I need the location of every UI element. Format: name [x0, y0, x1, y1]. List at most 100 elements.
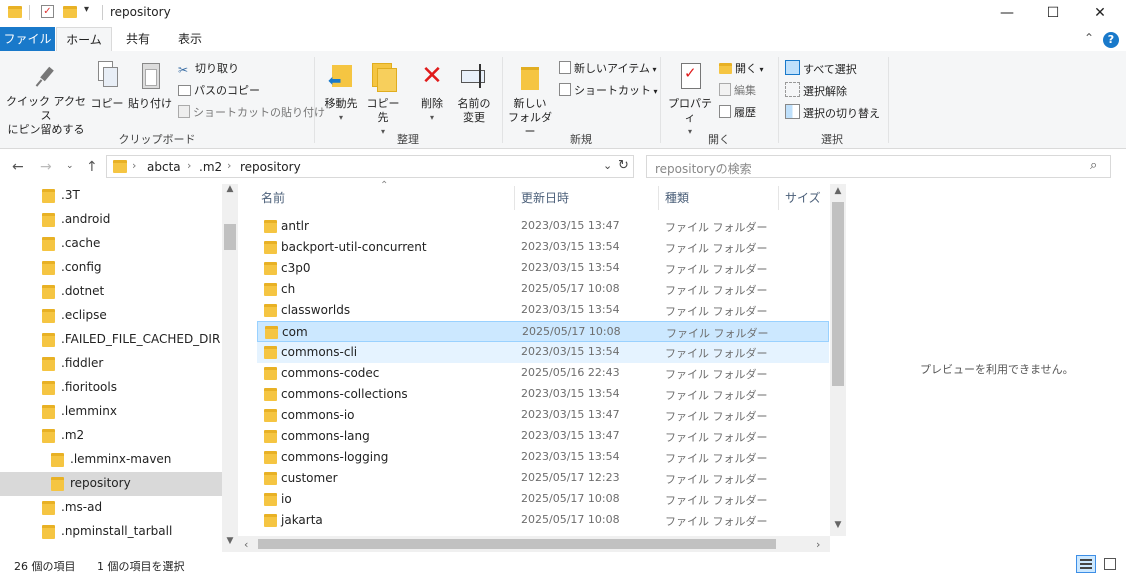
paste-shortcut-button[interactable]: ショートカットの貼り付け — [178, 104, 325, 120]
new-folder-quick-icon[interactable] — [63, 6, 77, 18]
help-icon[interactable]: ? — [1103, 32, 1119, 48]
nav-item[interactable]: .lemminx — [0, 400, 222, 424]
nav-item[interactable]: .eclipse — [0, 304, 222, 328]
column-header-size[interactable]: サイズ — [785, 186, 825, 210]
forward-arrow-icon[interactable]: → — [40, 159, 52, 175]
back-arrow-icon[interactable]: ← — [12, 159, 24, 175]
properties-quick-icon[interactable]: ✓ — [41, 5, 54, 18]
folder-icon — [42, 213, 55, 227]
close-button[interactable]: ✕ — [1076, 0, 1124, 27]
history-button[interactable]: 履歴 — [719, 104, 756, 120]
copy-to-button[interactable]: コピー先 ▾ — [362, 61, 404, 139]
file-type: ファイル フォルダー — [665, 410, 768, 423]
large-icons-view-icon[interactable] — [1101, 555, 1119, 573]
column-header-date[interactable]: 更新日時 — [521, 186, 661, 210]
file-row[interactable]: customer 2025/05/17 12:23 ファイル フォルダー — [257, 468, 829, 489]
delete-button[interactable]: ✕ 削除 ▾ — [414, 61, 450, 125]
file-row[interactable]: commons-cli 2023/03/15 13:54 ファイル フォルダー — [257, 342, 829, 363]
details-view-icon[interactable] — [1076, 555, 1096, 573]
tab-file[interactable]: ファイル — [0, 27, 55, 51]
nav-item[interactable]: .cache — [0, 232, 222, 256]
address-bar[interactable]: › abcta › .m2 › repository ⌄ ↻ — [106, 155, 634, 178]
cut-button[interactable]: ✂ 切り取り — [178, 60, 239, 77]
folder-icon — [264, 367, 277, 380]
folder-icon — [264, 220, 277, 233]
search-icon[interactable]: ⌕ — [1090, 158, 1097, 173]
scroll-left-icon[interactable]: ‹ — [244, 538, 248, 551]
delete-chevron-icon: ▾ — [429, 113, 434, 122]
filelist-vertical-scroll-thumb[interactable] — [832, 202, 844, 386]
nav-item[interactable]: .config — [0, 256, 222, 280]
scroll-down-icon[interactable]: ▼ — [830, 520, 846, 530]
nav-item[interactable]: .android — [0, 208, 222, 232]
nav-item[interactable]: .fiddler — [0, 352, 222, 376]
new-folder-button[interactable]: 新しい フォルダー — [506, 61, 554, 139]
filelist-vertical-scrollbar[interactable]: ▲ ▼ — [830, 184, 846, 536]
tab-share[interactable]: 共有 — [114, 27, 162, 51]
nav-item[interactable]: .fioritools — [0, 376, 222, 400]
nav-item[interactable]: .FAILED_FILE_CACHED_DIR — [0, 328, 222, 352]
file-row[interactable]: commons-io 2023/03/15 13:47 ファイル フォルダー — [257, 405, 829, 426]
rename-button[interactable]: 名前の 変更 — [452, 61, 496, 125]
nav-item[interactable]: .npminstall_tarball — [0, 520, 222, 544]
scroll-up-icon[interactable]: ▲ — [830, 186, 846, 196]
scroll-up-icon[interactable]: ▲ — [222, 184, 238, 194]
invert-selection-button[interactable]: 選択の切り替え — [785, 104, 880, 121]
file-row[interactable]: antlr 2023/03/15 13:47 ファイル フォルダー — [257, 216, 829, 237]
nav-item[interactable]: .3T — [0, 184, 222, 208]
column-header-name[interactable]: 名前 — [261, 186, 511, 210]
file-row[interactable]: commons-lang 2023/03/15 13:47 ファイル フォルダー — [257, 426, 829, 447]
nav-scroll-thumb[interactable] — [224, 224, 236, 250]
scroll-right-icon[interactable]: › — [816, 538, 820, 551]
select-all-button[interactable]: すべて選択 — [785, 60, 857, 77]
nav-item[interactable]: .ms-ad — [0, 496, 222, 520]
open-button[interactable]: 開く ▾ — [719, 60, 764, 76]
file-row[interactable]: c3p0 2023/03/15 13:54 ファイル フォルダー — [257, 258, 829, 279]
file-row[interactable]: jakarta 2025/05/17 10:08 ファイル フォルダー — [257, 510, 829, 531]
nav-item[interactable]: repository — [0, 472, 222, 496]
file-date: 2023/03/15 13:54 — [521, 303, 620, 316]
up-arrow-icon[interactable]: ↑ — [86, 159, 98, 175]
breadcrumb-m2[interactable]: .m2 — [199, 160, 222, 174]
recent-locations-chevron-icon[interactable]: ⌄ — [66, 161, 74, 171]
file-row[interactable]: io 2025/05/17 10:08 ファイル フォルダー — [257, 489, 829, 510]
scroll-down-icon[interactable]: ▼ — [222, 536, 238, 546]
paste-button[interactable]: 貼り付け — [128, 61, 172, 111]
breadcrumb-repository[interactable]: repository — [240, 160, 301, 174]
address-history-chevron-icon[interactable]: ⌄ — [603, 159, 612, 172]
column-header-type[interactable]: 種類 — [665, 186, 775, 210]
move-to-button[interactable]: ⬅ 移動先 ▾ — [320, 61, 362, 125]
nav-item[interactable]: .dotnet — [0, 280, 222, 304]
scissors-icon: ✂ — [178, 63, 189, 77]
file-row[interactable]: classworlds 2023/03/15 13:54 ファイル フォルダー — [257, 300, 829, 321]
minimize-button[interactable]: — — [984, 0, 1030, 27]
quick-access-dropdown-icon[interactable]: ▾ — [84, 4, 89, 15]
nav-item[interactable]: .m2 — [0, 424, 222, 448]
file-row[interactable]: backport-util-concurrent 2023/03/15 13:54… — [257, 237, 829, 258]
refresh-icon[interactable]: ↻ — [618, 158, 629, 173]
filelist-horizontal-scroll-thumb[interactable] — [258, 539, 776, 549]
tab-view[interactable]: 表示 — [166, 27, 214, 51]
shortcut-button[interactable]: ショートカット ▾ — [559, 82, 658, 98]
file-row[interactable]: commons-logging 2023/03/15 13:54 ファイル フォルダ… — [257, 447, 829, 468]
search-box[interactable]: repositoryの検索 ⌕ — [646, 155, 1111, 178]
tab-home[interactable]: ホーム — [56, 27, 112, 53]
collapse-ribbon-icon[interactable]: ⌃ — [1084, 31, 1094, 45]
maximize-button[interactable]: ☐ — [1030, 0, 1076, 27]
copy-path-button[interactable]: パスのコピー — [178, 82, 260, 98]
filelist-horizontal-scrollbar[interactable]: ‹ › — [238, 536, 830, 552]
edit-button[interactable]: 編集 — [719, 82, 756, 98]
properties-button[interactable]: ✓ プロパティ ▾ — [666, 61, 714, 139]
file-row[interactable]: commons-collections 2023/03/15 13:54 ファイル … — [257, 384, 829, 405]
search-input[interactable]: repositoryの検索 — [655, 160, 752, 177]
pin-quick-access-button[interactable]: クイック アクセス にピン留めする — [4, 65, 88, 137]
new-item-button[interactable]: 新しいアイテム ▾ — [559, 60, 656, 76]
breadcrumb-abcta[interactable]: abcta — [147, 160, 181, 174]
nav-scrollbar[interactable]: ▲ ▼ — [222, 184, 238, 552]
file-row[interactable]: ch 2025/05/17 10:08 ファイル フォルダー — [257, 279, 829, 300]
copy-button[interactable]: コピー — [90, 61, 124, 111]
nav-item[interactable]: .lemminx-maven — [0, 448, 222, 472]
file-row[interactable]: com 2025/05/17 10:08 ファイル フォルダー — [257, 321, 829, 342]
select-none-button[interactable]: 選択解除 — [785, 82, 847, 99]
file-row[interactable]: commons-codec 2025/05/16 22:43 ファイル フォルダー — [257, 363, 829, 384]
